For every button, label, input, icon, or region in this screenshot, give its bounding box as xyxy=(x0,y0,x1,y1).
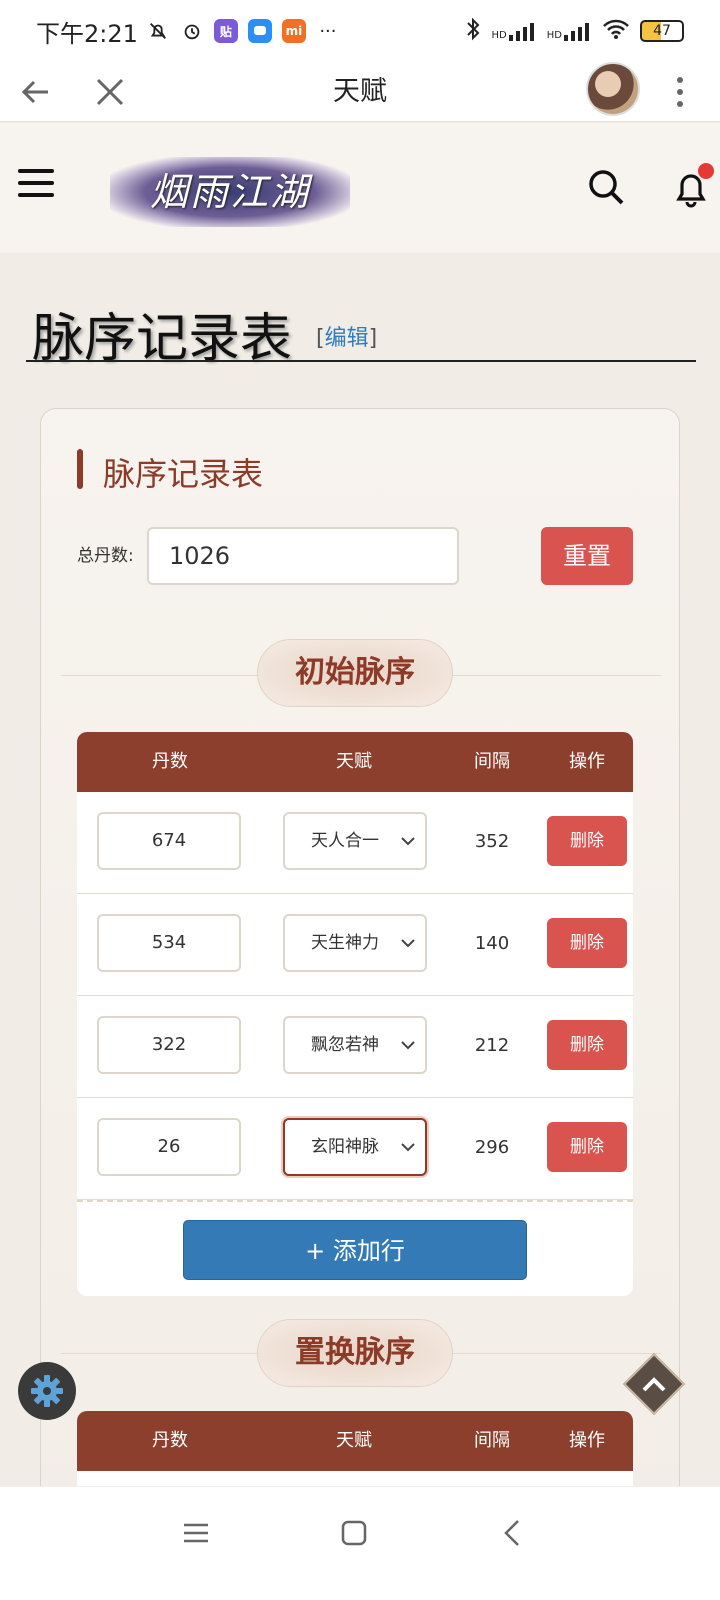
table-row: 534 天生神力 140 删除 xyxy=(77,894,633,996)
add-row-button[interactable]: + 添加行 xyxy=(183,1220,527,1280)
chevron-down-icon xyxy=(401,837,415,846)
site-header: 烟雨江湖 xyxy=(0,123,720,253)
app-mi-icon: mi xyxy=(281,19,306,43)
header-gap: 间隔 xyxy=(474,1430,510,1451)
edit-link-wrapper: [编辑] xyxy=(316,320,377,352)
chevron-down-icon xyxy=(401,1143,415,1152)
hd-label-2: HD xyxy=(546,30,562,41)
avatar[interactable] xyxy=(586,62,640,116)
table-header: 丹数 天赋 间隔 操作 xyxy=(77,1411,633,1471)
talent-value: 飘忽若神 xyxy=(311,1035,379,1055)
hd-label: HD xyxy=(491,30,507,41)
card-title: 脉序记录表 xyxy=(77,449,263,495)
back-icon[interactable] xyxy=(494,1513,534,1553)
edit-bracket-open: [ xyxy=(316,326,325,351)
card-title-text: 脉序记录表 xyxy=(103,455,264,493)
battery-icon: 47 xyxy=(640,20,684,42)
bell-off-icon xyxy=(146,19,170,43)
alarm-icon xyxy=(180,19,204,43)
delete-button[interactable]: 删除 xyxy=(547,918,627,968)
site-logo[interactable]: 烟雨江湖 xyxy=(110,157,350,227)
replace-table: 丹数 天赋 间隔 操作 xyxy=(77,1411,633,1491)
header-talent: 天赋 xyxy=(336,751,372,772)
more-dots-icon: ··· xyxy=(319,20,337,42)
gap-value: 352 xyxy=(474,831,510,852)
signal-icon-2: HD xyxy=(547,21,592,41)
header-qty: 丹数 xyxy=(152,1430,188,1451)
section-title-initial: 初始脉序 xyxy=(257,639,453,707)
status-system-icons: HD HD 47 xyxy=(464,17,684,46)
home-icon[interactable] xyxy=(334,1513,374,1553)
more-vert-icon[interactable] xyxy=(668,70,692,114)
section-title-replace: 置换脉序 xyxy=(257,1319,453,1387)
settings-gear-button[interactable] xyxy=(18,1362,76,1420)
delete-button[interactable]: 删除 xyxy=(547,816,627,866)
delete-button[interactable]: 删除 xyxy=(547,1020,627,1070)
table-row: 674 天人合一 352 删除 xyxy=(77,792,633,894)
talent-value: 天人合一 xyxy=(311,831,379,851)
app-tie-icon: 贴 xyxy=(213,19,238,43)
talent-select[interactable]: 天生神力 xyxy=(283,914,427,972)
table-header: 丹数 天赋 间隔 操作 xyxy=(77,732,633,792)
total-label: 总丹数: xyxy=(77,546,134,566)
header-action: 操作 xyxy=(569,1430,605,1451)
talent-select[interactable]: 天人合一 xyxy=(283,812,427,870)
system-nav-bar xyxy=(0,1486,720,1600)
chevron-down-icon xyxy=(401,1041,415,1050)
browser-top-bar: 天赋 xyxy=(0,62,720,122)
qty-input[interactable]: 322 xyxy=(97,1016,241,1074)
talent-select[interactable]: 玄阳神脉 xyxy=(283,1118,427,1176)
title-divider xyxy=(26,360,696,362)
gap-value: 296 xyxy=(474,1137,510,1158)
initial-table: 丹数 天赋 间隔 操作 674 天人合一 352 删除 534 天生神力 140… xyxy=(77,732,633,1296)
chevron-up-icon xyxy=(642,1377,666,1392)
card-title-bar xyxy=(77,449,83,489)
header-talent: 天赋 xyxy=(336,1430,372,1451)
search-icon[interactable] xyxy=(586,167,626,207)
menu-icon[interactable] xyxy=(18,169,54,201)
record-card: 脉序记录表 总丹数: 1026 重置 初始脉序 丹数 天赋 间隔 操作 674 … xyxy=(40,408,680,1600)
qty-input[interactable]: 26 xyxy=(97,1118,241,1176)
gear-icon xyxy=(31,1375,63,1407)
status-bar: 下午2:21 贴 mi ··· HD HD 47 xyxy=(0,0,720,62)
edit-bracket-close: ] xyxy=(368,326,378,351)
talent-value: 玄阳神脉 xyxy=(311,1137,379,1157)
recent-apps-icon[interactable] xyxy=(176,1513,216,1553)
header-action: 操作 xyxy=(569,751,605,772)
qty-input[interactable]: 674 xyxy=(97,812,241,870)
close-icon[interactable] xyxy=(90,70,130,114)
notification-bell-icon[interactable] xyxy=(674,163,714,208)
chevron-down-icon xyxy=(401,939,415,948)
signal-icon: HD xyxy=(492,21,537,41)
reset-button[interactable]: 重置 xyxy=(541,527,633,585)
delete-button[interactable]: 删除 xyxy=(547,1122,627,1172)
bluetooth-icon xyxy=(464,17,482,46)
total-input[interactable]: 1026 xyxy=(147,527,459,585)
header-gap: 间隔 xyxy=(474,751,510,772)
gap-value: 140 xyxy=(474,933,510,954)
status-notification-icons: 贴 mi ··· xyxy=(146,19,340,43)
wifi-icon xyxy=(602,18,630,45)
table-row: 26 玄阳神脉 296 删除 xyxy=(77,1098,633,1200)
gap-value: 212 xyxy=(474,1035,510,1056)
header-qty: 丹数 xyxy=(152,751,188,772)
add-row-area: + 添加行 xyxy=(77,1200,633,1296)
notification-badge xyxy=(698,163,714,179)
qty-input[interactable]: 534 xyxy=(97,914,241,972)
edit-link[interactable]: 编辑 xyxy=(325,326,369,351)
talent-select[interactable]: 飘忽若神 xyxy=(283,1016,427,1074)
app-chat-icon xyxy=(247,19,272,43)
back-arrow-icon[interactable] xyxy=(18,70,58,114)
status-time: 下午2:21 xyxy=(36,19,138,48)
talent-value: 天生神力 xyxy=(311,933,379,953)
table-row: 322 飘忽若神 212 删除 xyxy=(77,996,633,1098)
